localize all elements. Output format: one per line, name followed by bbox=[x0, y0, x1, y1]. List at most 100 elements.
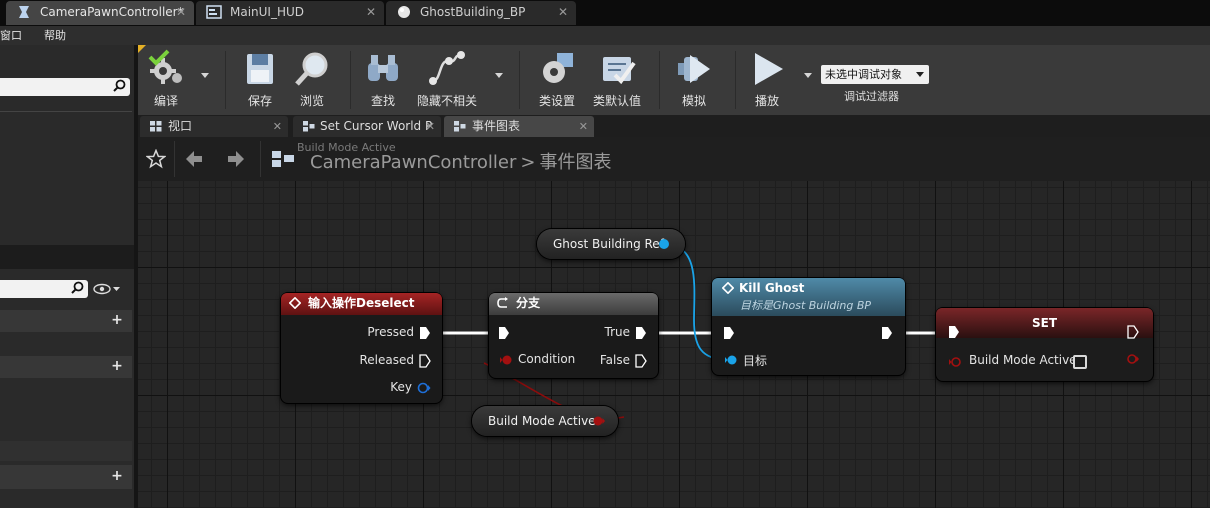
close-icon[interactable]: ✕ bbox=[366, 1, 376, 23]
play-button[interactable]: 播放 bbox=[745, 49, 789, 109]
divider bbox=[174, 141, 175, 177]
close-icon[interactable]: ✕ bbox=[579, 116, 588, 137]
build-mode-checkbox[interactable] bbox=[1073, 355, 1087, 369]
exec-out-pin-icon[interactable] bbox=[635, 326, 647, 340]
function-diamond-icon bbox=[722, 282, 734, 294]
class-settings-button[interactable]: 类设置 bbox=[530, 49, 584, 109]
arrow-back-icon[interactable] bbox=[184, 149, 204, 169]
widget-blueprint-icon bbox=[206, 5, 222, 19]
object-pin-icon[interactable] bbox=[658, 238, 670, 250]
bool-pin-icon[interactable] bbox=[499, 354, 513, 366]
object-pin-icon[interactable] bbox=[724, 354, 738, 366]
breadcrumb-root[interactable]: CameraPawnController bbox=[310, 152, 516, 173]
branch-node[interactable]: 分支 Condition True False bbox=[489, 293, 658, 378]
toolbar-separator bbox=[350, 51, 351, 109]
components-search-input[interactable] bbox=[0, 78, 130, 96]
save-label: 保存 bbox=[247, 94, 272, 108]
tab-label: Set Cursor World P bbox=[320, 119, 433, 133]
tab-label: MainUI_HUD bbox=[230, 5, 305, 19]
find-button[interactable]: 查找 bbox=[361, 49, 405, 109]
find-label: 查找 bbox=[370, 94, 395, 108]
eye-view-options-icon[interactable] bbox=[93, 283, 121, 295]
exec-out-pin-icon[interactable] bbox=[881, 326, 893, 340]
breadcrumb-separator: > bbox=[520, 152, 536, 173]
section-functions[interactable]: + bbox=[0, 356, 132, 378]
menu-window[interactable]: 窗口 bbox=[0, 26, 22, 45]
exec-out-pin-icon[interactable] bbox=[419, 326, 431, 340]
close-icon[interactable]: ✕ bbox=[426, 116, 435, 137]
section-macros[interactable] bbox=[0, 441, 132, 461]
section-graphs[interactable]: + bbox=[0, 310, 132, 332]
star-icon[interactable] bbox=[146, 149, 166, 169]
set-build-mode-node[interactable]: SET Build Mode Active bbox=[936, 308, 1153, 381]
add-icon[interactable]: + bbox=[110, 313, 124, 328]
save-icon bbox=[247, 54, 273, 84]
bool-pin-icon[interactable] bbox=[592, 415, 606, 427]
node-subtitle: 目标是Ghost Building BP bbox=[740, 299, 872, 312]
tab-label: 视口 bbox=[168, 119, 193, 133]
exec-in-pin-icon[interactable] bbox=[498, 326, 510, 340]
tab-camera-pawn-controller[interactable]: CameraPawnController* ✕ bbox=[6, 1, 194, 25]
tab-event-graph[interactable]: 事件图表 ✕ bbox=[444, 116, 594, 137]
branch-icon bbox=[497, 297, 508, 308]
my-blueprint-search-input[interactable] bbox=[0, 280, 88, 298]
menu-help[interactable]: 帮助 bbox=[44, 26, 66, 45]
sphere-actor-icon bbox=[398, 6, 410, 18]
ghost-building-ref-node[interactable]: Ghost Building Ref bbox=[537, 229, 685, 259]
class-defaults-button[interactable]: 类默认值 bbox=[590, 49, 644, 109]
node-header: SET bbox=[936, 308, 1153, 338]
add-icon[interactable]: + bbox=[110, 359, 124, 374]
simulate-button[interactable]: 模拟 bbox=[672, 49, 716, 109]
node-title: 分支 bbox=[516, 296, 541, 310]
pin-released-label: Released bbox=[359, 353, 414, 367]
toolbar-separator bbox=[225, 51, 226, 109]
arrow-forward-icon[interactable] bbox=[226, 149, 246, 169]
close-icon[interactable]: ✕ bbox=[176, 1, 186, 23]
divider bbox=[0, 111, 132, 112]
tab-set-cursor-world-position[interactable]: Set Cursor World P ✕ bbox=[293, 116, 441, 137]
tab-label: GhostBuilding_BP bbox=[420, 5, 526, 19]
chevron-down-icon[interactable] bbox=[804, 73, 812, 78]
checklist-icon bbox=[603, 57, 636, 85]
exec-in-pin-icon[interactable] bbox=[723, 326, 735, 340]
browse-button[interactable]: 浏览 bbox=[290, 49, 334, 109]
tab-ghost-building-bp[interactable]: GhostBuilding_BP ✕ bbox=[386, 1, 576, 25]
save-button[interactable]: 保存 bbox=[238, 49, 282, 109]
graph-header-bar: Build Mode Active CameraPawnController > 事… bbox=[138, 137, 1210, 181]
bool-pin-icon[interactable] bbox=[948, 356, 962, 368]
node-header: Kill Ghost 目标是Ghost Building BP bbox=[712, 278, 905, 316]
magnifier-icon bbox=[295, 52, 328, 86]
exec-out-pin-icon[interactable] bbox=[419, 354, 431, 368]
bool-pin-icon[interactable] bbox=[1126, 353, 1140, 365]
compile-label: 编译 bbox=[153, 94, 178, 108]
exec-out-pin-icon[interactable] bbox=[635, 354, 647, 368]
tab-viewport[interactable]: 视口 ✕ bbox=[140, 116, 288, 137]
section-variables[interactable]: + bbox=[0, 465, 132, 489]
compile-button[interactable]: 编译 bbox=[144, 49, 188, 109]
debug-object-select[interactable]: 未选中调试对象 bbox=[821, 65, 929, 84]
input-action-deselect-node[interactable]: 输入操作Deselect Pressed Released Key bbox=[281, 293, 442, 403]
panel-splitter[interactable] bbox=[0, 245, 134, 269]
class-settings-label: 类设置 bbox=[538, 94, 575, 108]
exec-out-pin-icon[interactable] bbox=[1127, 325, 1139, 339]
add-icon[interactable]: + bbox=[110, 469, 124, 484]
pin-build-mode-label: Build Mode Active bbox=[969, 353, 1077, 367]
hide-unrelated-button[interactable]: 隐藏不相关 bbox=[414, 49, 480, 109]
toolbar-separator bbox=[659, 51, 660, 109]
node-title: SET bbox=[1031, 316, 1058, 330]
close-icon[interactable]: ✕ bbox=[558, 1, 568, 23]
chevron-down-icon[interactable] bbox=[495, 73, 503, 78]
chevron-down-icon[interactable] bbox=[201, 73, 209, 78]
debug-filter-label: 调试过滤器 bbox=[844, 90, 899, 103]
kill-ghost-function-node[interactable]: Kill Ghost 目标是Ghost Building BP 目标 bbox=[712, 278, 905, 375]
struct-pin-icon[interactable] bbox=[417, 382, 431, 394]
event-graph-icon bbox=[454, 121, 466, 132]
grid-window-icon bbox=[150, 121, 162, 132]
build-mode-active-get-node[interactable]: Build Mode Active bbox=[472, 406, 618, 436]
play-icon bbox=[755, 53, 783, 85]
exec-in-pin-icon[interactable] bbox=[948, 325, 960, 339]
node-header: 分支 bbox=[489, 293, 658, 315]
event-diamond-icon bbox=[289, 297, 301, 309]
close-icon[interactable]: ✕ bbox=[273, 116, 282, 137]
tab-main-ui-hud[interactable]: MainUI_HUD ✕ bbox=[196, 1, 384, 25]
